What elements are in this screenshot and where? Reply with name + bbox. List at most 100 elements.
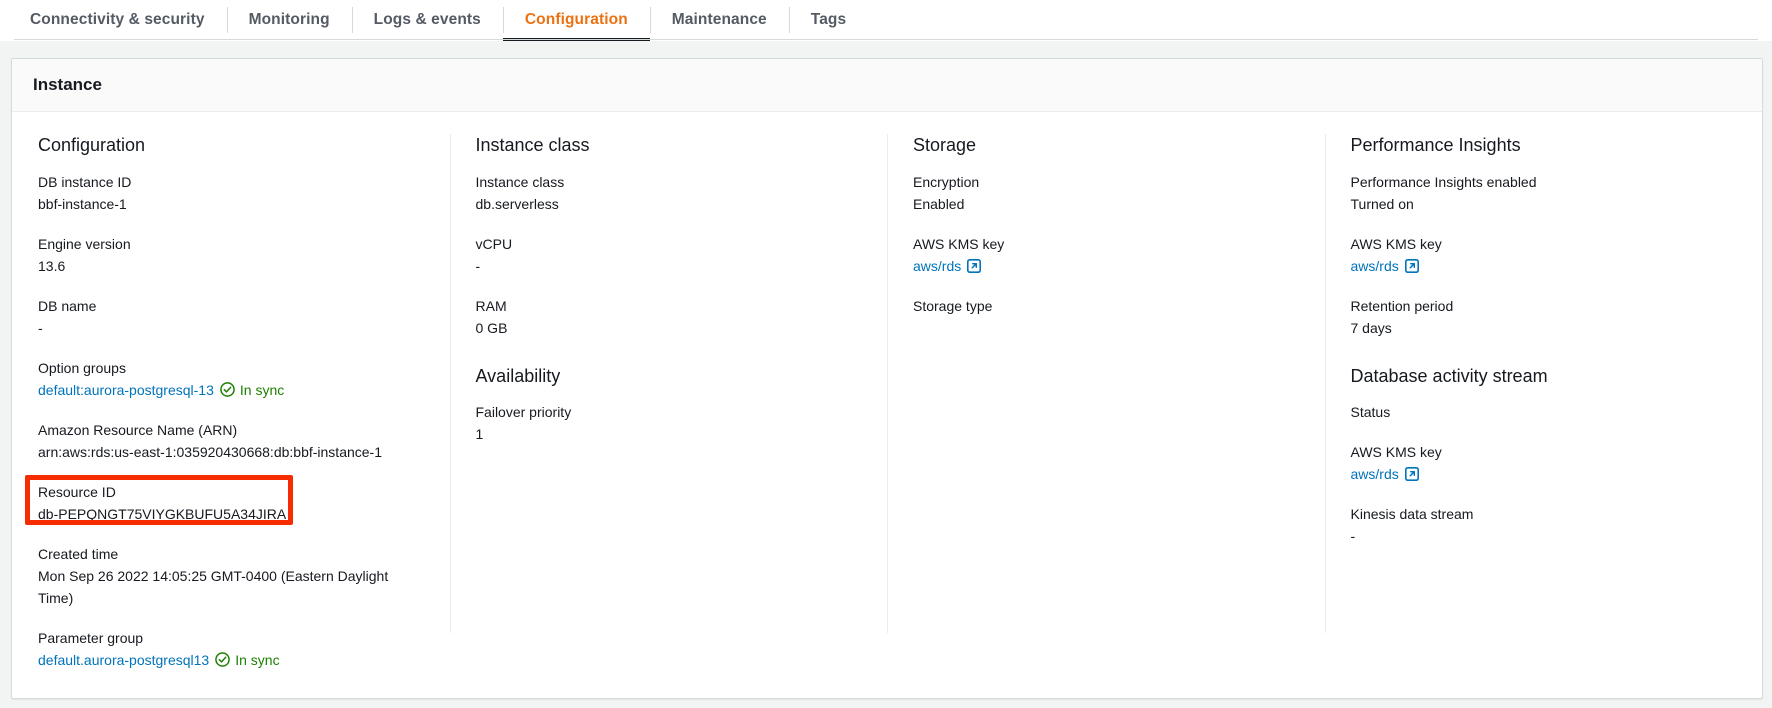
field-value-vcpu: -: [476, 255, 862, 277]
field-label-storage-type: Storage type: [913, 295, 1299, 317]
tab-maintenance[interactable]: Maintenance: [650, 0, 789, 40]
config-column-1: Configuration DB instance IDbbf-instance-…: [12, 134, 450, 699]
field-value-retention-period: 7 days: [1351, 317, 1737, 339]
field-option-groups: Option groupsdefault:aurora-postgresql-1…: [38, 357, 424, 401]
field-aws-kms-key: AWS KMS keyaws/rds: [913, 233, 1299, 277]
link-parameter-group[interactable]: default.aurora-postgresql13: [38, 649, 209, 671]
external-link-icon[interactable]: [967, 259, 981, 273]
value-text-performance-insights-enabled: Turned on: [1351, 193, 1414, 215]
tab-bar-underline: [14, 39, 1758, 40]
field-kinesis-data-stream: Kinesis data stream-: [1351, 503, 1737, 547]
field-label-db-name: DB name: [38, 295, 424, 317]
section-title-configuration: Configuration: [38, 134, 424, 157]
tab-tags[interactable]: Tags: [789, 0, 868, 40]
field-parameter-group: Parameter groupdefault.aurora-postgresql…: [38, 627, 424, 671]
field-label-amazon-resource-name-arn: Amazon Resource Name (ARN): [38, 419, 424, 441]
value-text-engine-version: 13.6: [38, 255, 65, 277]
field-label-engine-version: Engine version: [38, 233, 424, 255]
field-performance-insights-enabled: Performance Insights enabledTurned on: [1351, 171, 1737, 215]
field-value-resource-id: db-PEPQNGT75VIYGKBUFU5A34JIRA: [38, 503, 424, 525]
value-text-instance-class: db.serverless: [476, 193, 559, 215]
value-text-amazon-resource-name-arn: arn:aws:rds:us-east-1:035920430668:db:bb…: [38, 441, 382, 463]
value-text-ram: 0 GB: [476, 317, 508, 339]
link-aws-kms-key[interactable]: aws/rds: [1351, 255, 1399, 277]
status-badge-parameter-group: In sync: [215, 649, 279, 671]
field-label-vcpu: vCPU: [476, 233, 862, 255]
field-encryption: EncryptionEnabled: [913, 171, 1299, 215]
field-label-aws-kms-key: AWS KMS key: [1351, 233, 1737, 255]
field-label-retention-period: Retention period: [1351, 295, 1737, 317]
field-value-ram: 0 GB: [476, 317, 862, 339]
field-label-aws-kms-key: AWS KMS key: [913, 233, 1299, 255]
field-label-resource-id: Resource ID: [38, 481, 424, 503]
field-vcpu: vCPU-: [476, 233, 862, 277]
field-value-failover-priority: 1: [476, 423, 862, 445]
tab-connectivity-security[interactable]: Connectivity & security: [8, 0, 227, 40]
field-value-option-groups: default:aurora-postgresql-13 In sync: [38, 379, 424, 401]
field-retention-period: Retention period7 days: [1351, 295, 1737, 339]
link-aws-kms-key[interactable]: aws/rds: [913, 255, 961, 277]
field-db-instance-id: DB instance IDbbf-instance-1: [38, 171, 424, 215]
field-value-engine-version: 13.6: [38, 255, 424, 277]
field-label-created-time: Created time: [38, 543, 424, 565]
field-value-db-name: -: [38, 317, 424, 339]
config-column-4: Performance Insights Performance Insights…: [1325, 134, 1763, 699]
field-value-performance-insights-enabled: Turned on: [1351, 193, 1737, 215]
tab-configuration[interactable]: Configuration: [503, 0, 650, 40]
field-value-parameter-group: default.aurora-postgresql13 In sync: [38, 649, 424, 671]
field-ram: RAM0 GB: [476, 295, 862, 339]
field-engine-version: Engine version13.6: [38, 233, 424, 277]
field-label-parameter-group: Parameter group: [38, 627, 424, 649]
value-text-resource-id: db-PEPQNGT75VIYGKBUFU5A34JIRA: [38, 503, 286, 525]
link-aws-kms-key[interactable]: aws/rds: [1351, 463, 1399, 485]
value-text-retention-period: 7 days: [1351, 317, 1392, 339]
field-label-db-instance-id: DB instance ID: [38, 171, 424, 193]
config-column-3: StorageEncryptionEnabledAWS KMS keyaws/r…: [887, 134, 1325, 699]
field-created-time: Created timeMon Sep 26 2022 14:05:25 GMT…: [38, 543, 424, 609]
field-label-option-groups: Option groups: [38, 357, 424, 379]
field-amazon-resource-name-arn: Amazon Resource Name (ARN)arn:aws:rds:us…: [38, 419, 424, 463]
field-value-aws-kms-key: aws/rds: [1351, 463, 1737, 485]
field-value-instance-class: db.serverless: [476, 193, 862, 215]
value-text-db-name: -: [38, 317, 43, 339]
check-circle-icon: [220, 382, 235, 397]
value-text-encryption: Enabled: [913, 193, 964, 215]
field-label-status: Status: [1351, 401, 1737, 423]
status-badge-option-groups: In sync: [220, 379, 284, 401]
link-option-groups[interactable]: default:aurora-postgresql-13: [38, 379, 214, 401]
external-link-icon[interactable]: [1405, 259, 1419, 273]
section-title-instance-class: Instance class: [476, 134, 862, 157]
field-value-created-time: Mon Sep 26 2022 14:05:25 GMT-0400 (Easte…: [38, 565, 424, 609]
field-value-aws-kms-key: aws/rds: [1351, 255, 1737, 277]
value-text-created-time: Mon Sep 26 2022 14:05:25 GMT-0400 (Easte…: [38, 565, 424, 609]
field-value-encryption: Enabled: [913, 193, 1299, 215]
field-value-aws-kms-key: aws/rds: [913, 255, 1299, 277]
field-value-amazon-resource-name-arn: arn:aws:rds:us-east-1:035920430668:db:bb…: [38, 441, 424, 463]
field-resource-id: Resource IDdb-PEPQNGT75VIYGKBUFU5A34JIRA: [38, 481, 424, 525]
tab-bar: Connectivity & securityMonitoringLogs & …: [0, 0, 1772, 40]
tab-monitoring[interactable]: Monitoring: [227, 0, 352, 40]
value-text-failover-priority: 1: [476, 423, 484, 445]
field-label-performance-insights-enabled: Performance Insights enabled: [1351, 171, 1737, 193]
config-column-2: Instance class Instance classdb.serverles…: [450, 134, 888, 699]
check-circle-icon: [215, 652, 230, 667]
field-aws-kms-key: AWS KMS keyaws/rds: [1351, 233, 1737, 277]
section-title-performance-insights: Performance Insights: [1351, 134, 1737, 157]
field-aws-kms-key: AWS KMS keyaws/rds: [1351, 441, 1737, 485]
value-text-vcpu: -: [476, 255, 481, 277]
external-link-icon[interactable]: [1405, 467, 1419, 481]
field-instance-class: Instance classdb.serverless: [476, 171, 862, 215]
field-value-kinesis-data-stream: -: [1351, 525, 1737, 547]
value-text-db-instance-id: bbf-instance-1: [38, 193, 127, 215]
configuration-columns: Configuration DB instance IDbbf-instance-…: [12, 112, 1762, 699]
status-badge-label: In sync: [240, 379, 284, 401]
field-status: Status: [1351, 401, 1737, 423]
field-storage-type: Storage type: [913, 295, 1299, 317]
tab-logs-events[interactable]: Logs & events: [352, 0, 503, 40]
field-label-ram: RAM: [476, 295, 862, 317]
instance-panel: Instance Configuration DB instance IDbbf-…: [11, 58, 1763, 699]
field-value-db-instance-id: bbf-instance-1: [38, 193, 424, 215]
value-text-kinesis-data-stream: -: [1351, 525, 1356, 547]
page-title: Instance: [33, 75, 102, 95]
section-title-database-activity-stream: Database activity stream: [1351, 365, 1737, 388]
